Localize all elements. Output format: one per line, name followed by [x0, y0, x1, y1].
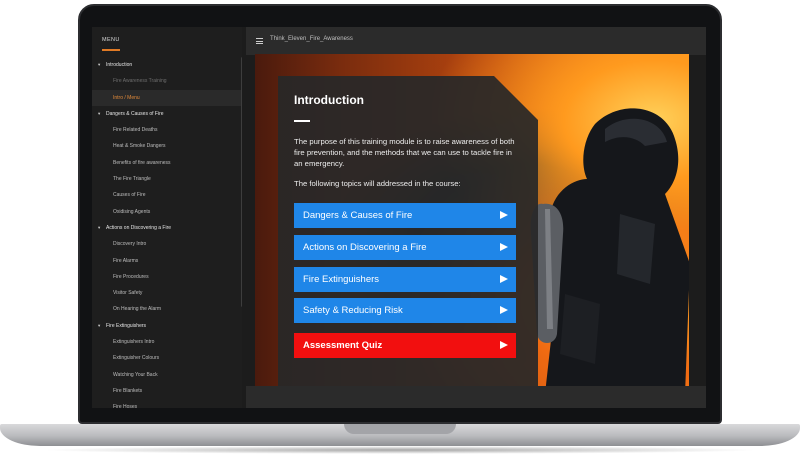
- hamburger-icon[interactable]: [256, 38, 263, 44]
- sidebar-item-discovery-intro[interactable]: Discovery Intro: [92, 236, 242, 252]
- top-bar: Think_Eleven_Fire_Awareness: [246, 27, 706, 55]
- sidebar-item-watching-your-back[interactable]: Watching Your Back: [92, 367, 242, 383]
- play-arrow-icon: [500, 275, 508, 283]
- sidebar-item-label: Fire Alarms: [113, 257, 139, 264]
- topic-button-actions[interactable]: Actions on Discovering a Fire: [294, 235, 516, 260]
- sidebar-section-fire-extinguishers[interactable]: ▾ Fire Extinguishers: [92, 318, 242, 334]
- slide-content: Introduction The purpose of this trainin…: [255, 54, 689, 386]
- sidebar-item-label: Causes of Fire: [113, 192, 146, 199]
- sidebar-item-label: Introduction: [106, 62, 133, 68]
- sidebar-item-label: Heat & Smoke Dangers: [113, 143, 166, 150]
- sidebar-item-label: Fire Awareness Training: [113, 78, 167, 85]
- sidebar-item-extinguisher-colours[interactable]: Extinguisher Colours: [92, 350, 242, 366]
- sidebar-item-fire-related-deaths[interactable]: Fire Related Deaths: [92, 122, 242, 138]
- sidebar-item-the-fire-triangle[interactable]: The Fire Triangle: [92, 171, 242, 187]
- sidebar-item-fire-awareness-training[interactable]: Fire Awareness Training: [92, 73, 242, 89]
- assessment-quiz-button[interactable]: Assessment Quiz: [294, 333, 516, 358]
- menu-title-underline: [102, 49, 120, 51]
- topic-button-label: Safety & Reducing Risk: [303, 305, 403, 316]
- sidebar-item-label: Fire Blankets: [113, 387, 143, 394]
- sidebar-item-label: Fire Extinguishers: [106, 322, 147, 329]
- topic-button-safety[interactable]: Safety & Reducing Risk: [294, 298, 516, 323]
- intro-title: Introduction: [294, 93, 364, 107]
- topics-lead-text: The following topics will addressed in t…: [294, 179, 461, 188]
- caret-down-icon: ▾: [98, 110, 101, 116]
- laptop-screen: MENU ▾ Introduction Fire Awareness Trainin…: [92, 27, 706, 408]
- intro-title-rule: [294, 120, 310, 122]
- caret-down-icon: ▾: [98, 224, 101, 230]
- sidebar-section-dangers-causes-of-fire[interactable]: ▾ Dangers & Causes of Fire: [92, 106, 242, 122]
- sidebar-item-heat-smoke-dangers[interactable]: Heat & Smoke Dangers: [92, 138, 242, 154]
- menu-list: ▾ Introduction Fire Awareness Training Intr…: [92, 57, 242, 408]
- play-arrow-icon: [500, 341, 508, 349]
- sidebar-item-fire-alarms[interactable]: Fire Alarms: [92, 253, 242, 269]
- topic-button-dangers[interactable]: Dangers & Causes of Fire: [294, 203, 516, 228]
- sidebar-section-introduction[interactable]: ▾ Introduction: [92, 57, 242, 73]
- topic-button-label: Dangers & Causes of Fire: [303, 210, 413, 221]
- sidebar-section-actions-on-discovering-a-fire[interactable]: ▾ Actions on Discovering a Fire: [92, 220, 242, 236]
- sidebar-item-fire-procedures[interactable]: Fire Procedures: [92, 269, 242, 285]
- sidebar-item-causes-of-fire[interactable]: Causes of Fire: [92, 187, 242, 203]
- sidebar-item-label: Oxidising Agents: [113, 208, 151, 215]
- bottom-bar: [246, 386, 706, 408]
- intro-paragraph: The purpose of this training module is t…: [294, 137, 515, 168]
- play-arrow-icon: [500, 211, 508, 219]
- sidebar-item-label: Extinguisher Colours: [113, 355, 160, 362]
- caret-down-icon: ▾: [98, 62, 101, 67]
- sidebar-item-visitor-safety[interactable]: Visitor Safety: [92, 285, 242, 301]
- caret-down-icon: ▾: [98, 322, 101, 328]
- topic-button-label: Actions on Discovering a Fire: [303, 242, 427, 253]
- sidebar-scrollbar[interactable]: [241, 57, 242, 307]
- sidebar-menu: MENU ▾ Introduction Fire Awareness Trainin…: [92, 27, 242, 408]
- sidebar-item-label: Benefits of fire awareness: [113, 159, 171, 166]
- sidebar-item-label: Dangers & Causes of Fire: [106, 110, 164, 117]
- sidebar-item-label: Intro / Menu: [113, 94, 140, 101]
- play-arrow-icon: [500, 243, 508, 251]
- sidebar-item-extinguishers-intro[interactable]: Extinguishers Intro: [92, 334, 242, 350]
- sidebar-item-oxidising-agents[interactable]: Oxidising Agents: [92, 204, 242, 220]
- firefighter-image: [530, 108, 689, 386]
- sidebar-item-label: Fire Related Deaths: [113, 127, 158, 134]
- sidebar-item-label: Actions on Discovering a Fire: [106, 224, 172, 231]
- course-title: Think_Eleven_Fire_Awareness: [270, 36, 353, 42]
- sidebar-item-on-hearing-the-alarm[interactable]: On Hearing the Alarm: [92, 301, 242, 317]
- topic-button-label: Assessment Quiz: [303, 340, 383, 351]
- intro-panel: Introduction The purpose of this trainin…: [278, 76, 538, 386]
- sidebar-item-fire-hoses[interactable]: Fire Hoses: [92, 399, 242, 408]
- sidebar-item-label: The Fire Triangle: [113, 176, 151, 183]
- sidebar-item-label: Fire Hoses: [113, 404, 138, 408]
- sidebar-item-label: Fire Procedures: [113, 273, 149, 280]
- sidebar-item-fire-blankets[interactable]: Fire Blankets: [92, 383, 242, 399]
- topic-button-label: Fire Extinguishers: [303, 274, 380, 285]
- sidebar-item-label: Discovery Intro: [113, 241, 147, 248]
- menu-title: MENU: [102, 37, 120, 43]
- laptop-notch: [344, 424, 456, 434]
- topic-button-extinguishers[interactable]: Fire Extinguishers: [294, 267, 516, 292]
- play-arrow-icon: [500, 306, 508, 314]
- sidebar-item-label: Visitor Safety: [113, 290, 143, 297]
- laptop-shadow: [40, 446, 760, 454]
- sidebar-item-intro-menu[interactable]: Intro / Menu: [92, 89, 242, 106]
- sidebar-item-label: Watching Your Back: [113, 371, 158, 378]
- sidebar-item-benefits-of-fire-awareness[interactable]: Benefits of fire awareness: [92, 155, 242, 171]
- sidebar-item-label: On Hearing the Alarm: [113, 306, 162, 313]
- sidebar-item-label: Extinguishers Intro: [113, 339, 155, 346]
